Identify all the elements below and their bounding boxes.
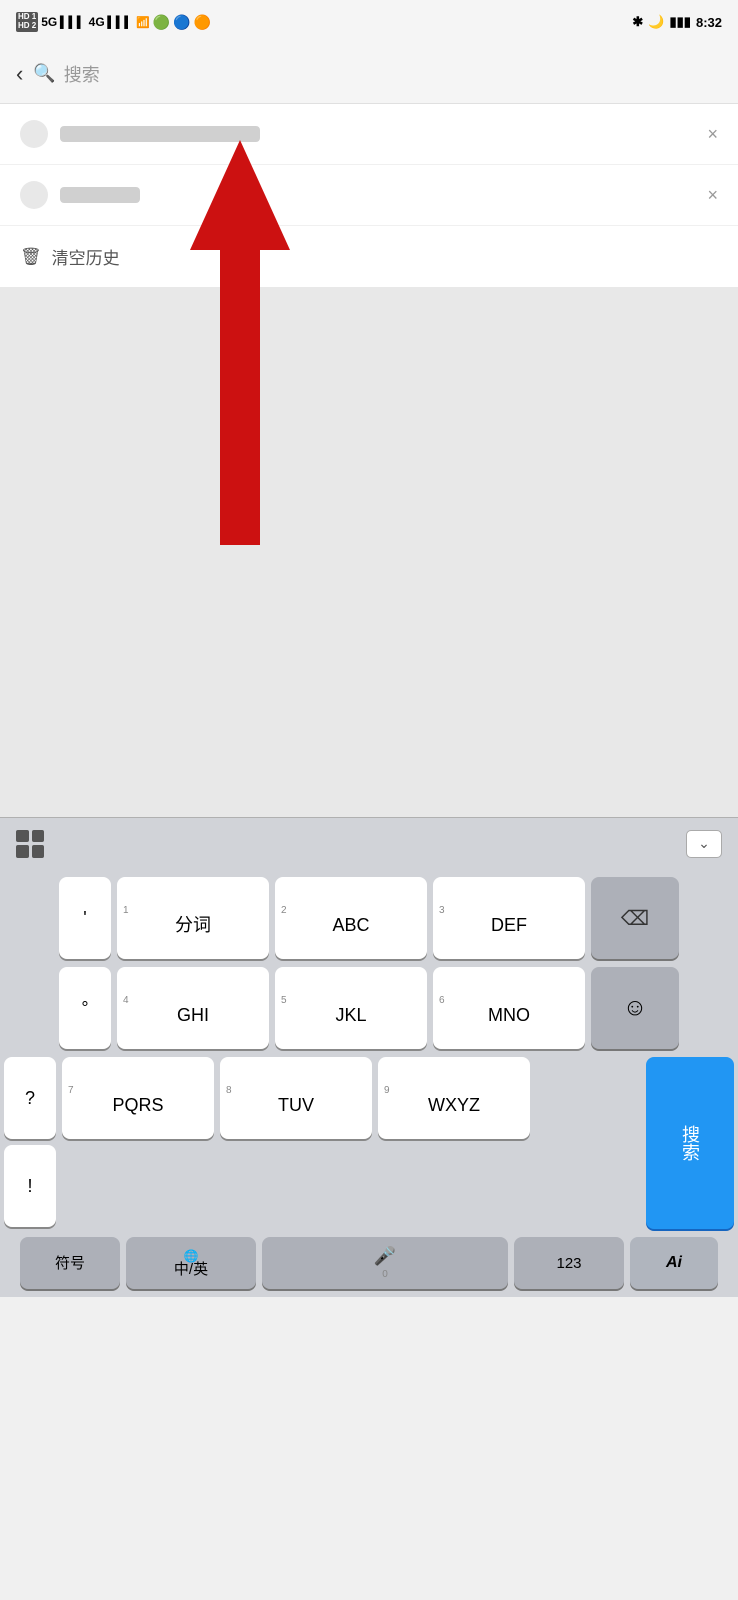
keyboard-row-1: ' 1 分词 2 ABC 3 DEF ⌫ — [4, 877, 734, 959]
keyboard-toolbar: ⌄ — [0, 817, 738, 869]
gray-empty-area — [0, 287, 738, 817]
history-item-text-1 — [60, 126, 260, 142]
key-question[interactable]: ? — [4, 1057, 56, 1139]
mic-icon: 🎤 — [374, 1246, 396, 1267]
key-mno[interactable]: 6 MNO — [433, 967, 585, 1049]
clear-history-label: 清空历史 — [52, 244, 120, 269]
time-display: 8:32 — [696, 15, 722, 30]
key-def[interactable]: 3 DEF — [433, 877, 585, 959]
grid-icon[interactable] — [16, 830, 44, 858]
key-delete[interactable]: ⌫ — [591, 877, 679, 959]
keyboard-row-2: ° 4 GHI 5 JKL 6 MNO ☺ — [4, 967, 734, 1049]
app-icon-2: 🔵 — [173, 14, 190, 31]
history-item-text-2 — [60, 187, 140, 203]
search-bar: ‹ 🔍 搜索 — [0, 44, 738, 104]
history-panel: × × 🗑 清空历史 — [0, 104, 738, 287]
key-ai[interactable]: Ai — [630, 1237, 718, 1289]
collapse-keyboard-button[interactable]: ⌄ — [686, 830, 722, 858]
key-lang-switch[interactable]: 🌐 中/英 — [126, 1237, 256, 1289]
search-input-area[interactable]: 🔍 搜索 — [33, 61, 722, 87]
key-ghi[interactable]: 4 GHI — [117, 967, 269, 1049]
back-button[interactable]: ‹ — [16, 61, 23, 87]
key-search[interactable]: 搜索 — [646, 1057, 734, 1229]
emoji-icon: ☺ — [623, 994, 648, 1022]
key-abc[interactable]: 2 ABC — [275, 877, 427, 959]
key-wxyz[interactable]: 9 WXYZ — [378, 1057, 530, 1139]
key-jkl[interactable]: 5 JKL — [275, 967, 427, 1049]
signal-5g: 5G — [41, 15, 57, 29]
signal-4g: 4G — [89, 15, 105, 29]
delete-icon: ⌫ — [621, 906, 649, 931]
history-item-1[interactable]: × — [0, 104, 738, 165]
keyboard-bottom-row: 符号 🌐 中/英 🎤 0 123 Ai — [4, 1237, 734, 1289]
moon-icon: 🌙 — [648, 14, 664, 30]
collapse-icon: ⌄ — [698, 835, 710, 852]
key-apostrophe[interactable]: ' — [59, 877, 111, 959]
search-placeholder: 搜索 — [64, 61, 100, 87]
key-123[interactable]: 123 — [514, 1237, 624, 1289]
app-icon-3: 🟠 — [194, 14, 211, 31]
history-item-icon-2 — [20, 181, 48, 209]
trash-icon: 🗑 — [20, 247, 42, 267]
key-symbol[interactable]: 符号 — [20, 1237, 120, 1289]
key-emoji[interactable]: ☺ — [591, 967, 679, 1049]
wifi-icon: 📶 — [136, 16, 150, 29]
history-item-2[interactable]: × — [0, 165, 738, 226]
history-item-close-1[interactable]: × — [707, 124, 718, 145]
clear-history-button[interactable]: 🗑 清空历史 — [0, 226, 738, 287]
keyboard: ' 1 分词 2 ABC 3 DEF ⌫ ° 4 GHI 5 — [0, 869, 738, 1297]
key-fen-ci[interactable]: 1 分词 — [117, 877, 269, 959]
status-left: HD 1 HD 2 5G ▍▍▍ 4G ▍▍▍ 📶 🟢 🔵 🟠 — [16, 12, 211, 32]
battery-icon: ▮▮▮ — [670, 14, 691, 30]
hd-badge: HD 1 HD 2 — [16, 12, 38, 32]
keyboard-row-3: ? ! 7 PQRS 8 TUV 9 WXYZ — [4, 1057, 734, 1229]
status-bar: HD 1 HD 2 5G ▍▍▍ 4G ▍▍▍ 📶 🟢 🔵 🟠 ✱ 🌙 ▮▮▮ … — [0, 0, 738, 44]
app-icon-1: 🟢 — [153, 14, 170, 31]
bluetooth-icon: ✱ — [632, 14, 643, 30]
history-item-icon-1 — [20, 120, 48, 148]
key-pqrs[interactable]: 7 PQRS — [62, 1057, 214, 1139]
key-tuv[interactable]: 8 TUV — [220, 1057, 372, 1139]
key-degree[interactable]: ° — [59, 967, 111, 1049]
history-item-close-2[interactable]: × — [707, 185, 718, 206]
signal-bars-2: ▍▍▍ — [108, 16, 133, 29]
key-exclaim[interactable]: ! — [4, 1145, 56, 1227]
search-icon: 🔍 — [33, 63, 55, 84]
key-mic[interactable]: 🎤 0 — [262, 1237, 508, 1289]
signal-bars-1: ▍▍▍ — [60, 16, 85, 29]
status-right: ✱ 🌙 ▮▮▮ 8:32 — [632, 14, 722, 30]
